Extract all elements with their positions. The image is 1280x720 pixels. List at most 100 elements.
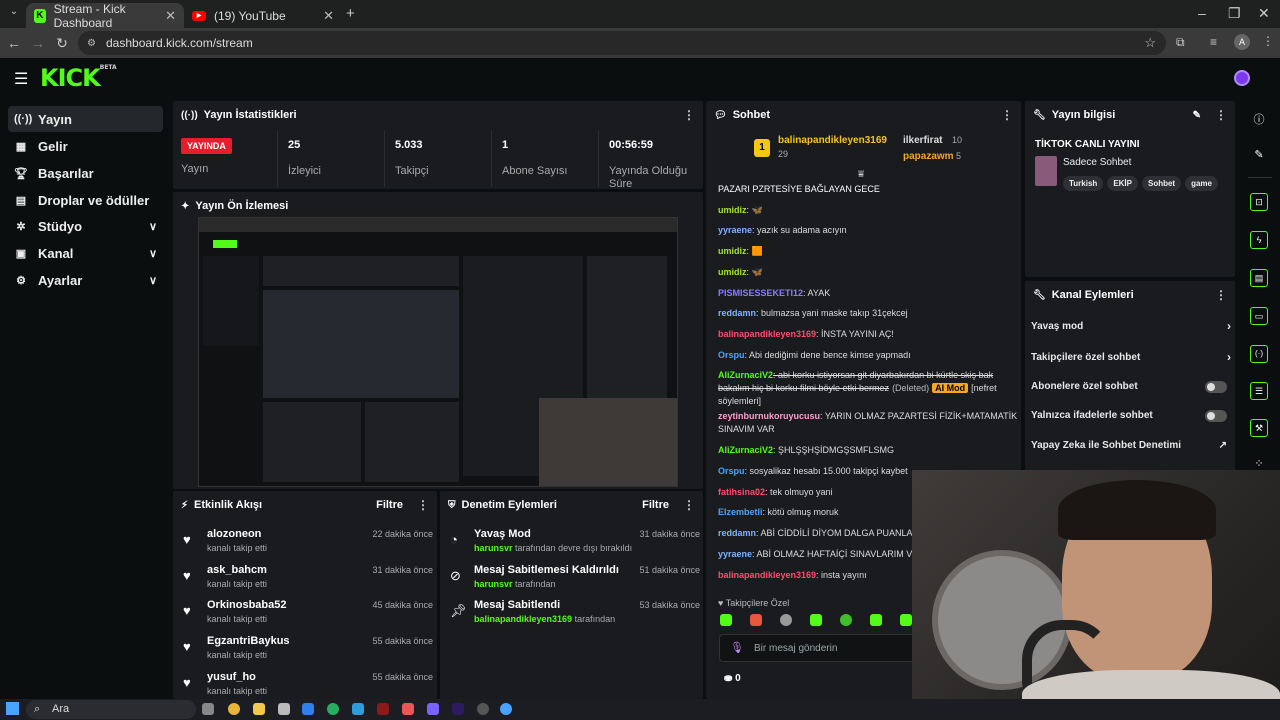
- chat-username[interactable]: balinapandikleyen3169: [718, 329, 816, 339]
- windows-start-icon[interactable]: [6, 702, 19, 715]
- file-explorer-icon[interactable]: [253, 703, 265, 715]
- chat-username[interactable]: yyraene: [718, 225, 752, 235]
- obs-icon[interactable]: [477, 703, 489, 715]
- chat-username[interactable]: reddamn: [718, 308, 756, 318]
- chat-username[interactable]: umidiz: [718, 205, 747, 215]
- tab-list-button[interactable]: ⌄: [6, 6, 22, 22]
- app-icon[interactable]: [402, 703, 414, 715]
- apps-icon[interactable]: ⁘: [1250, 457, 1268, 470]
- channel-points[interactable]: ⛂ 0: [724, 673, 741, 684]
- sidebar-item-kanal[interactable]: ▣ Kanal ∨: [8, 240, 163, 266]
- filter-button[interactable]: Filtre: [642, 499, 669, 511]
- tag-chip[interactable]: EKİP: [1107, 176, 1138, 191]
- emote[interactable]: [720, 614, 732, 626]
- emote[interactable]: [810, 614, 822, 626]
- gifter-name[interactable]: papazawm: [903, 151, 954, 162]
- chat-username[interactable]: Orspu: [718, 466, 745, 476]
- sidebar-item-droplar[interactable]: ▤ Droplar ve ödüller: [8, 187, 163, 213]
- gifter-name[interactable]: ilkerfirat: [903, 135, 942, 146]
- rail-button-bolt[interactable]: ϟ: [1250, 231, 1268, 249]
- chat-username[interactable]: Elzembetli: [718, 507, 763, 517]
- chat-username[interactable]: PISMISESSEKETI12: [718, 288, 803, 298]
- close-tab-icon[interactable]: ✕: [165, 8, 176, 24]
- back-icon[interactable]: ←: [6, 35, 22, 51]
- toggle-switch[interactable]: [1205, 381, 1227, 393]
- emote[interactable]: [900, 614, 912, 626]
- chrome-active-icon[interactable]: [500, 703, 512, 715]
- hamburger-menu-icon[interactable]: ☰: [14, 69, 28, 89]
- tag-chip[interactable]: game: [1185, 176, 1218, 191]
- info-icon[interactable]: ⓘ: [1250, 111, 1268, 127]
- toggle-switch[interactable]: [1205, 410, 1227, 422]
- close-window-button[interactable]: ✕: [1258, 5, 1270, 22]
- chat-input[interactable]: 🎙︎ Bir mesaj gönderin: [719, 634, 919, 662]
- top-gifter-name[interactable]: balinapandikleyen3169: [778, 135, 887, 146]
- chat-username[interactable]: umidiz: [718, 267, 747, 277]
- chat-username[interactable]: umidiz: [718, 246, 747, 256]
- sidebar-item-ayarlar[interactable]: ⚙ Ayarlar ∨: [8, 267, 163, 293]
- emote[interactable]: [780, 614, 792, 626]
- chat-username[interactable]: Orspu: [718, 350, 745, 360]
- browser-tab-youtube[interactable]: ▶ (19) YouTube ✕: [184, 3, 342, 28]
- category-name[interactable]: Sadece Sohbet: [1063, 157, 1131, 168]
- chat-username[interactable]: reddamn: [718, 528, 756, 538]
- more-options-icon[interactable]: ⋮: [683, 108, 695, 122]
- close-tab-icon[interactable]: ✕: [323, 8, 334, 24]
- emote[interactable]: [870, 614, 882, 626]
- new-tab-button[interactable]: +: [346, 5, 355, 22]
- illustrator-icon[interactable]: [377, 703, 389, 715]
- app-icon[interactable]: [278, 703, 290, 715]
- site-info-icon[interactable]: ⚙: [87, 38, 96, 49]
- action-emote-only[interactable]: Yalnızca ifadelerle sohbet: [1031, 410, 1231, 422]
- premiere-icon[interactable]: [452, 703, 464, 715]
- chat-username[interactable]: yyraene: [718, 549, 752, 559]
- sidebar-item-yayin[interactable]: ((·)) Yayın: [8, 106, 163, 132]
- kick-logo[interactable]: KICKBETA: [40, 64, 117, 92]
- browser-menu-icon[interactable]: ⋮: [1262, 34, 1274, 48]
- sidebar-item-basarilar[interactable]: 🏆︎ Başarılar: [8, 160, 163, 186]
- rail-button-doc[interactable]: ▤: [1250, 269, 1268, 287]
- user-avatar[interactable]: [1234, 70, 1250, 86]
- sidebar-item-gelir[interactable]: ▦ Gelir: [8, 133, 163, 159]
- rail-button-list[interactable]: ☰: [1250, 382, 1268, 400]
- profile-avatar[interactable]: A: [1234, 34, 1250, 50]
- chat-username[interactable]: balinapandikleyen3169: [718, 570, 816, 580]
- filter-button[interactable]: Filtre: [376, 499, 403, 511]
- edit-pencil-icon[interactable]: ✎: [1193, 110, 1201, 121]
- action-subscribers-only[interactable]: Abonelere özel sohbet: [1031, 381, 1231, 393]
- edge-icon[interactable]: [327, 703, 339, 715]
- tag-chip[interactable]: Sohbet: [1141, 176, 1182, 191]
- forward-icon[interactable]: →: [30, 35, 46, 51]
- rail-button-chat[interactable]: ▭: [1250, 307, 1268, 325]
- more-options-icon[interactable]: ⋮: [1001, 108, 1013, 122]
- rail-button-live[interactable]: (·): [1250, 345, 1268, 363]
- chat-username[interactable]: AliZurnaciV2: [718, 370, 773, 380]
- reading-list-icon[interactable]: ≡: [1210, 35, 1217, 49]
- stream-preview-video[interactable]: [198, 217, 678, 487]
- task-view-icon[interactable]: [202, 703, 214, 715]
- emote[interactable]: [840, 614, 852, 626]
- category-thumbnail[interactable]: [1035, 156, 1057, 186]
- chat-settings-icon[interactable]: ⩸: [858, 169, 864, 180]
- sidebar-item-studyo[interactable]: ✲ Stüdyo ∨: [8, 213, 163, 239]
- chat-username[interactable]: fatihsina02: [718, 487, 765, 497]
- maximize-button[interactable]: ❐: [1228, 5, 1241, 22]
- reload-icon[interactable]: ↻: [54, 35, 70, 52]
- taskbar-search[interactable]: ⌕ Ara: [26, 700, 196, 719]
- more-options-icon[interactable]: ⋮: [1215, 288, 1227, 302]
- chrome-icon[interactable]: [228, 703, 240, 715]
- edit-icon[interactable]: ✎: [1250, 148, 1268, 161]
- extensions-icon[interactable]: ⧉: [1176, 35, 1185, 50]
- more-options-icon[interactable]: ⋮: [417, 498, 429, 512]
- more-options-icon[interactable]: ⋮: [1215, 108, 1227, 122]
- app-icon[interactable]: [427, 703, 439, 715]
- action-slow-mode[interactable]: Yavaş mod ›: [1031, 319, 1231, 333]
- address-bar[interactable]: ⚙ dashboard.kick.com/stream ☆: [78, 31, 1166, 55]
- store-icon[interactable]: [352, 703, 364, 715]
- minimize-button[interactable]: –: [1198, 5, 1206, 21]
- browser-tab-kick[interactable]: K Stream - Kick Dashboard ✕: [26, 2, 184, 30]
- rail-button-wrench[interactable]: ⚒: [1250, 419, 1268, 437]
- emote[interactable]: [750, 614, 762, 626]
- action-followers-only[interactable]: Takipçilere özel sohbet ›: [1031, 350, 1231, 364]
- microphone-icon[interactable]: 🎙︎: [730, 641, 744, 654]
